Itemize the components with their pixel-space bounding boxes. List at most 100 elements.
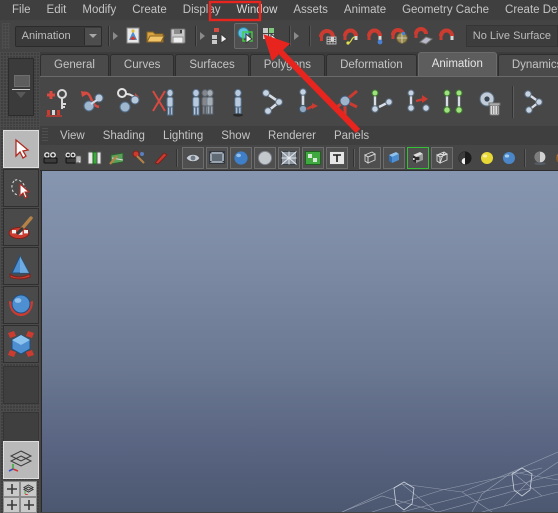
image-plane-button[interactable] (107, 148, 127, 168)
shelf-bind-skin-button[interactable] (221, 85, 255, 119)
chevron-down-icon[interactable] (83, 27, 101, 45)
menu-item-display[interactable]: Display (175, 1, 229, 20)
panel-menu-show[interactable]: Show (212, 127, 259, 145)
select-tool[interactable] (3, 130, 39, 168)
ik-handle-icon (81, 91, 104, 112)
shelf-connect-joint-button[interactable] (365, 85, 399, 119)
menu-item-create[interactable]: Create (124, 1, 175, 20)
layout-two-pane-button[interactable] (3, 497, 20, 513)
camera-attributes-button[interactable] (63, 148, 83, 168)
menu-item-geometry-cache[interactable]: Geometry Cache (394, 1, 497, 20)
grease-pencil-button[interactable] (151, 148, 171, 168)
shelf-reroot-skeleton-button[interactable] (329, 85, 363, 119)
shelf-tab-menu-icon[interactable] (14, 75, 30, 87)
shelf-set-key-button[interactable] (41, 85, 75, 119)
shelf-remove-joint-button[interactable] (473, 85, 507, 119)
current-layout-button[interactable] (3, 441, 39, 479)
last-tool-used-slot[interactable] (3, 366, 39, 404)
save-scene-button[interactable] (167, 24, 187, 48)
shaded-textured-button[interactable] (407, 146, 429, 169)
texture-button[interactable] (302, 146, 324, 169)
shelf-ik-handle-button[interactable] (77, 85, 111, 119)
panel-grip-handle[interactable] (42, 128, 48, 143)
panel-divider-1 (176, 148, 177, 167)
shelf-mirror-joint-button[interactable] (401, 85, 435, 119)
shelf-tab-surfaces[interactable]: Surfaces (175, 54, 249, 76)
shelf-joint-tool-button[interactable] (257, 85, 291, 119)
select-by-component-type-button[interactable] (260, 24, 282, 48)
shelf-ik-spline-button[interactable] (113, 85, 147, 119)
bookmarks-button[interactable] (85, 148, 105, 168)
menu-item-animate[interactable]: Animate (336, 1, 394, 20)
single-pane-icon (6, 484, 17, 494)
film-gate-button[interactable] (206, 146, 228, 169)
reroot-skeleton-icon (333, 89, 358, 115)
shelf-tab-polygons[interactable]: Polygons (249, 54, 326, 76)
shelf-ik-fk-button[interactable] (554, 85, 558, 119)
text-display-button[interactable] (326, 146, 348, 169)
perspective-viewport[interactable] (41, 171, 558, 512)
rotate-tool[interactable] (3, 286, 39, 324)
bind-skin-icon (233, 88, 243, 117)
shelf-character-set-button[interactable] (185, 85, 219, 119)
section-divider-3 (285, 26, 301, 46)
snap-to-curve-button[interactable] (341, 24, 363, 48)
new-scene-button[interactable] (123, 24, 143, 48)
use-scene-lights-button[interactable] (499, 148, 519, 168)
scale-tool[interactable] (3, 325, 39, 363)
two-d-pan-zoom-button[interactable] (129, 148, 149, 168)
snap-to-grid-button[interactable] (317, 24, 339, 48)
flat-shade-all-button[interactable] (254, 146, 276, 169)
shelf-tab-dynamics[interactable]: Dynamics (497, 54, 558, 76)
shelf-full-body-ik-button[interactable] (149, 85, 183, 119)
lasso-select-tool[interactable] (3, 169, 39, 207)
toolbar-grip-handle[interactable] (2, 23, 10, 49)
use-default-light-button[interactable] (477, 148, 497, 168)
menu-set-dropdown[interactable]: Animation (14, 25, 102, 47)
wireframe-display-button[interactable] (431, 146, 453, 169)
snap-to-point-button[interactable] (365, 24, 387, 48)
shelf-disconnect-joint-button[interactable] (518, 85, 552, 119)
select-camera-button[interactable] (41, 148, 61, 168)
shelf-options-box[interactable] (8, 58, 34, 116)
panel-menu-panels[interactable]: Panels (325, 127, 378, 145)
panel-menu-lighting[interactable]: Lighting (154, 127, 212, 145)
panel-menu-view[interactable]: View (51, 127, 94, 145)
shelf-tab-animation[interactable]: Animation (417, 52, 497, 76)
shadows-button[interactable] (530, 148, 550, 168)
menu-item-modify[interactable]: Modify (74, 1, 124, 20)
menu-item-edit[interactable]: Edit (39, 1, 75, 20)
shelf-parent-button[interactable] (437, 85, 471, 119)
make-live-button[interactable] (437, 24, 459, 48)
select-by-object-type-button[interactable] (233, 23, 258, 49)
shaded-display-button[interactable] (383, 146, 405, 169)
menu-item-file[interactable]: File (4, 1, 39, 20)
snap-to-view-plane-button[interactable] (413, 24, 435, 48)
layout-persp-outliner-button[interactable] (20, 481, 37, 497)
shelf-tab-deformation[interactable]: Deformation (326, 54, 417, 76)
select-by-hierarchy-button[interactable] (210, 24, 232, 48)
layout-four-pane-button[interactable] (20, 497, 37, 513)
layout-single-pane-button[interactable] (3, 481, 20, 497)
snap-to-projected-center-button[interactable] (389, 24, 411, 48)
shelf-insert-joint-button[interactable] (293, 85, 327, 119)
open-scene-button[interactable] (145, 24, 165, 48)
use-all-lights-button[interactable] (455, 148, 475, 168)
wireframe-on-shaded-button[interactable] (278, 146, 300, 169)
smooth-shade-all-button[interactable] (230, 146, 252, 169)
panel-menu-renderer[interactable]: Renderer (259, 127, 325, 145)
live-surface-field[interactable]: No Live Surface (465, 25, 558, 47)
paint-selection-tool[interactable] (3, 208, 39, 246)
bounding-box-display-button[interactable] (359, 146, 381, 169)
xray-button[interactable] (182, 146, 204, 169)
shelf-tab-curves[interactable]: Curves (109, 54, 175, 76)
panel-menu-shading[interactable]: Shading (94, 127, 154, 145)
occlusion-button[interactable] (552, 148, 558, 168)
shelf-tab-general[interactable]: General (40, 54, 109, 76)
magnet-grid-icon (318, 29, 337, 45)
move-tool[interactable] (3, 247, 39, 285)
menu-item-window[interactable]: Window (228, 1, 285, 20)
menu-item-create-deformers[interactable]: Create Deformers (497, 1, 558, 20)
shelf-overflow-triangle-icon[interactable] (16, 92, 26, 98)
menu-item-assets[interactable]: Assets (285, 1, 336, 20)
